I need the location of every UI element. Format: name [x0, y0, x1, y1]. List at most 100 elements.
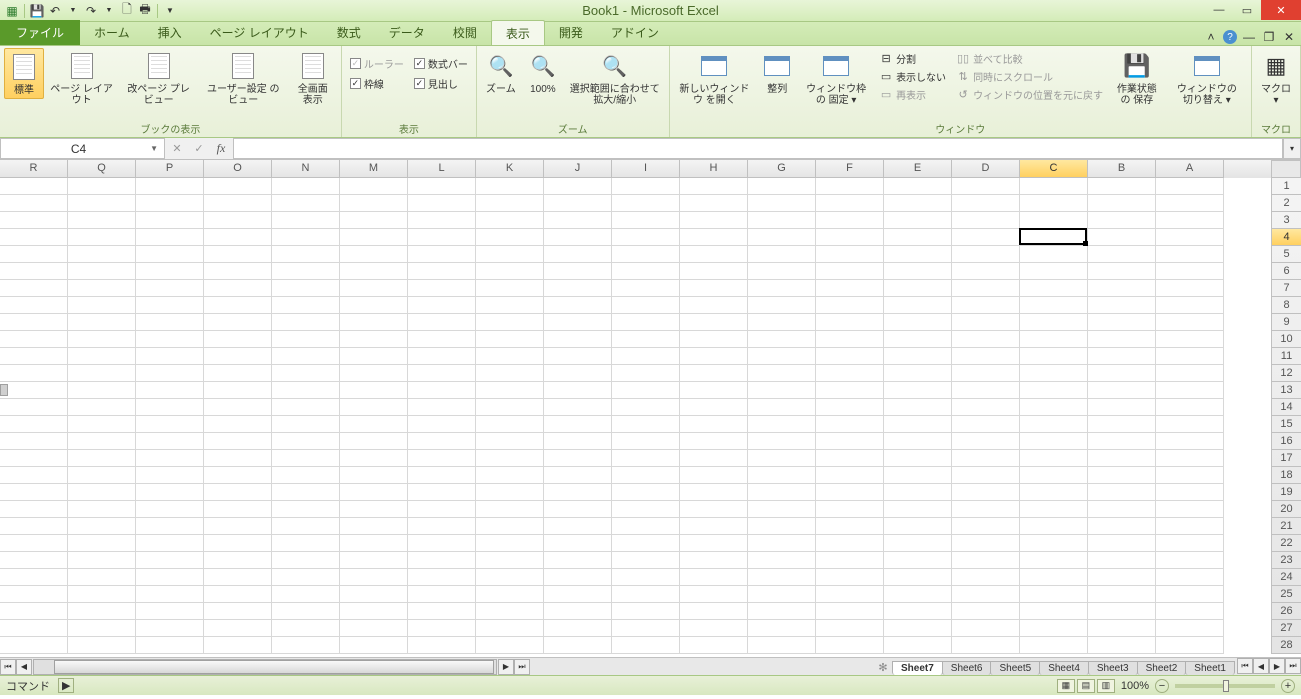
cell[interactable]: [952, 365, 1020, 382]
cell[interactable]: [816, 586, 884, 603]
cell[interactable]: [884, 212, 952, 229]
tab-ホーム[interactable]: ホーム: [80, 20, 144, 45]
cell[interactable]: [272, 229, 340, 246]
page-layout-button[interactable]: ページ レイアウト: [46, 48, 117, 108]
column-header[interactable]: E: [884, 160, 952, 178]
excel-icon[interactable]: ▦: [4, 3, 20, 19]
column-header[interactable]: F: [816, 160, 884, 178]
cell[interactable]: [816, 433, 884, 450]
cell[interactable]: [1156, 569, 1224, 586]
cell[interactable]: [340, 246, 408, 263]
cell[interactable]: [340, 484, 408, 501]
cell[interactable]: [136, 229, 204, 246]
cell[interactable]: [612, 263, 680, 280]
cell[interactable]: [680, 382, 748, 399]
cell[interactable]: [1156, 467, 1224, 484]
full-screen-button[interactable]: 全画面 表示: [289, 48, 337, 108]
cell[interactable]: [884, 586, 952, 603]
cell[interactable]: [340, 518, 408, 535]
cell[interactable]: [612, 246, 680, 263]
cell[interactable]: [544, 620, 612, 637]
cell[interactable]: [884, 246, 952, 263]
cell[interactable]: [1088, 229, 1156, 246]
cell[interactable]: [680, 399, 748, 416]
cell[interactable]: [272, 348, 340, 365]
cell[interactable]: [816, 314, 884, 331]
cell[interactable]: [680, 212, 748, 229]
cell[interactable]: [340, 603, 408, 620]
cell[interactable]: [748, 263, 816, 280]
cell[interactable]: [1156, 348, 1224, 365]
sheet-tab[interactable]: Sheet2: [1137, 661, 1187, 675]
cell[interactable]: [612, 484, 680, 501]
cell[interactable]: [680, 603, 748, 620]
cell[interactable]: [816, 620, 884, 637]
cell[interactable]: [136, 280, 204, 297]
formula-bar[interactable]: [233, 138, 1283, 159]
cell[interactable]: [952, 586, 1020, 603]
cell[interactable]: [952, 246, 1020, 263]
cell[interactable]: [272, 280, 340, 297]
cell[interactable]: [680, 195, 748, 212]
row-header[interactable]: 20: [1271, 501, 1301, 518]
cell[interactable]: [476, 178, 544, 195]
column-header[interactable]: I: [612, 160, 680, 178]
cell[interactable]: [1020, 246, 1088, 263]
row-header[interactable]: 27: [1271, 620, 1301, 637]
row-header[interactable]: 10: [1271, 331, 1301, 348]
cell[interactable]: [1020, 297, 1088, 314]
cell[interactable]: [1088, 314, 1156, 331]
cell[interactable]: [136, 501, 204, 518]
cell[interactable]: [408, 178, 476, 195]
cell[interactable]: [680, 450, 748, 467]
cell[interactable]: [68, 365, 136, 382]
cell[interactable]: [816, 467, 884, 484]
cell[interactable]: [612, 552, 680, 569]
row-header[interactable]: 24: [1271, 569, 1301, 586]
cell[interactable]: [1020, 637, 1088, 654]
cell[interactable]: [204, 501, 272, 518]
cell[interactable]: [680, 535, 748, 552]
cell[interactable]: [1156, 314, 1224, 331]
cell[interactable]: [1088, 399, 1156, 416]
cell[interactable]: [1156, 331, 1224, 348]
cell[interactable]: [204, 348, 272, 365]
cell[interactable]: [952, 569, 1020, 586]
cell[interactable]: [68, 280, 136, 297]
cell[interactable]: [1020, 450, 1088, 467]
qat-customize-icon[interactable]: ▼: [162, 3, 178, 19]
cell[interactable]: [0, 433, 68, 450]
cell[interactable]: [952, 637, 1020, 654]
cell[interactable]: [136, 569, 204, 586]
cell[interactable]: [544, 229, 612, 246]
cell[interactable]: [1156, 297, 1224, 314]
cell[interactable]: [68, 195, 136, 212]
cell[interactable]: [476, 484, 544, 501]
normal-view-button[interactable]: 標準: [4, 48, 44, 99]
macros-button[interactable]: ▦マクロ ▾: [1256, 48, 1296, 108]
cell[interactable]: [1020, 603, 1088, 620]
cell[interactable]: [0, 297, 68, 314]
cell[interactable]: [816, 297, 884, 314]
cell[interactable]: [204, 280, 272, 297]
cell[interactable]: [680, 467, 748, 484]
cell[interactable]: [884, 331, 952, 348]
cell[interactable]: [476, 399, 544, 416]
cell[interactable]: [1020, 501, 1088, 518]
tab-file[interactable]: ファイル: [0, 20, 80, 45]
cell[interactable]: [136, 552, 204, 569]
cell[interactable]: [1088, 348, 1156, 365]
row-header[interactable]: 16: [1271, 433, 1301, 450]
cell[interactable]: [408, 416, 476, 433]
cell[interactable]: [884, 467, 952, 484]
column-header[interactable]: A: [1156, 160, 1224, 178]
cell[interactable]: [408, 535, 476, 552]
sheet-tab[interactable]: Sheet3: [1088, 661, 1138, 675]
cell[interactable]: [272, 297, 340, 314]
select-all-corner[interactable]: [1271, 160, 1301, 178]
page-break-view-icon[interactable]: ▥: [1097, 679, 1115, 693]
cell[interactable]: [952, 620, 1020, 637]
cell[interactable]: [136, 603, 204, 620]
cell[interactable]: [68, 501, 136, 518]
cell[interactable]: [476, 535, 544, 552]
